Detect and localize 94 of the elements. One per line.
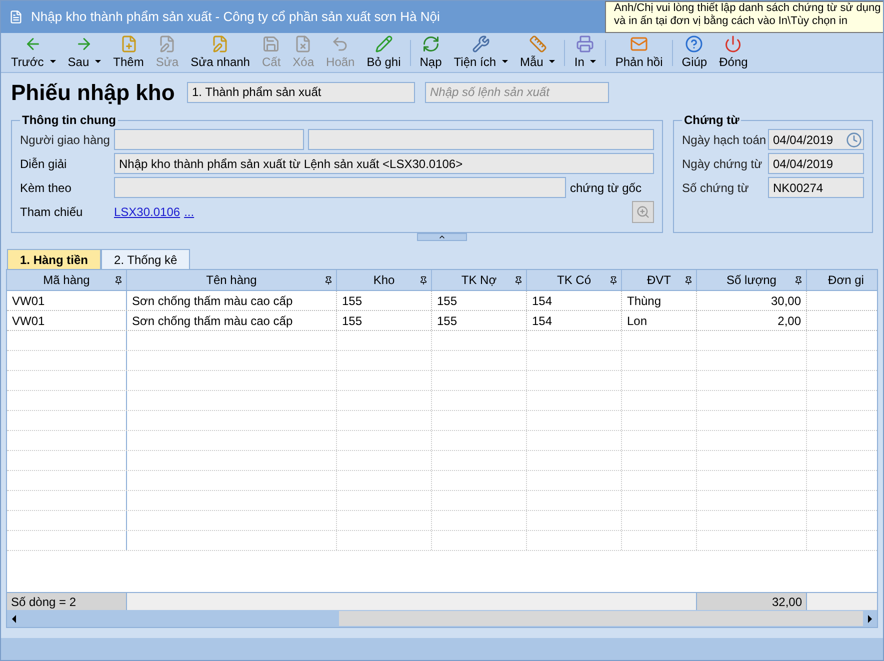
toolbar-icon <box>528 34 547 52</box>
table-cell: Sơn chống thấm màu cao cấp <box>127 291 337 310</box>
table-cell: 154 <box>527 291 622 310</box>
table-cell: 155 <box>432 311 527 330</box>
toolbar-icon <box>120 34 138 52</box>
row-count-cell: Số dòng = 2 <box>7 593 127 610</box>
pin-icon <box>114 276 123 284</box>
table-cell: 154 <box>527 311 622 330</box>
pin-icon <box>794 276 803 284</box>
pin-icon <box>324 276 333 284</box>
table-cell: 2,00 <box>697 311 807 330</box>
toolbar-button[interactable]: Mẫu <box>514 34 562 72</box>
column-header[interactable]: TK Nợ <box>432 270 527 290</box>
pin-icon <box>419 276 428 284</box>
toolbar-icon <box>685 34 704 52</box>
field-label: Tham chiếu <box>20 204 84 221</box>
toolbar-button[interactable]: Sửa nhanh <box>184 34 256 72</box>
chevron-up-icon <box>438 233 446 241</box>
clock-icon <box>846 132 862 148</box>
toolbar-button[interactable]: Đóng <box>713 34 754 72</box>
toolbar-button[interactable]: Tiện ích <box>448 34 514 72</box>
toolbar-button[interactable]: In <box>568 34 602 72</box>
column-header[interactable]: ĐVT <box>622 270 697 290</box>
field-suffix: chứng từ gốc <box>570 180 642 196</box>
toolbar-icon <box>422 34 440 52</box>
description-field[interactable]: Nhập kho thành phẩm sản xuất từ Lệnh sản xuất <LSX30.0106> <box>114 153 654 174</box>
field-label: Ngày chứng từ <box>682 156 764 172</box>
voucher-field[interactable]: 04/04/2019 <box>768 153 864 174</box>
zoom-button[interactable] <box>632 201 654 223</box>
toolbar-button[interactable]: Trước <box>5 34 62 72</box>
toolbar-icon <box>374 34 393 52</box>
group-title: Thông tin chung <box>21 112 117 129</box>
field-label: Người giao hàng <box>20 132 110 148</box>
pin-icon <box>514 276 523 284</box>
type-field[interactable]: 1. Thành phẩm sản xuất <box>187 82 415 102</box>
toolbar-icon <box>331 34 350 52</box>
total-cell: 32,00 <box>697 593 807 610</box>
column-header[interactable]: TK Có <box>527 270 622 290</box>
tooltip-text: và in ấn tại đơn vị bằng cách vào In\Tùy chọn in <box>614 15 848 28</box>
more-link[interactable]: ... <box>184 203 194 221</box>
toolbar-icon <box>294 34 312 52</box>
toolbar-button[interactable]: Bỏ ghi <box>360 34 407 72</box>
toolbar-button[interactable]: Phản hồi <box>609 34 669 72</box>
attachment-field[interactable] <box>114 177 566 198</box>
tab[interactable]: 1. Hàng tiền <box>7 249 102 269</box>
group-title: Chứng từ <box>683 112 740 129</box>
pin-icon <box>609 276 618 284</box>
table-cell: VW01 <box>7 311 127 330</box>
deliverer-name-field[interactable] <box>308 129 654 150</box>
toolbar-button[interactable]: Nạp <box>414 34 448 72</box>
column-header[interactable]: Tên hàng <box>127 270 337 290</box>
toolbar-icon <box>262 34 280 52</box>
toolbar-button[interactable]: Giúp <box>676 34 714 72</box>
tooltip-text: Anh/Chị vui lòng thiết lập danh sách chứng từ sử dụng <box>614 2 880 14</box>
order-field[interactable]: Nhập số lệnh sản xuất <box>425 82 609 102</box>
field-label: Ngày hạch toán <box>682 132 768 148</box>
table-cell: VW01 <box>7 291 127 310</box>
field-label: Kèm theo <box>20 180 72 196</box>
field-label: Số chứng từ <box>682 180 750 196</box>
window-title: Nhập kho thành phẩm sản xuất - Công ty cổ phần sản xuất sơn Hà Nội <box>31 8 440 26</box>
column-header[interactable]: Kho <box>337 270 432 290</box>
column-header[interactable]: Đơn gi <box>807 270 877 290</box>
document-icon <box>9 10 23 24</box>
scroll-right-icon <box>868 614 872 622</box>
pin-icon <box>684 276 693 284</box>
scroll-left-icon <box>12 614 16 622</box>
table-cell: Lon <box>622 311 697 330</box>
toolbar-icon <box>576 34 594 52</box>
magnifier-icon <box>636 205 650 219</box>
toolbar-icon <box>211 34 230 52</box>
scroll-thumb[interactable] <box>339 611 863 626</box>
table-cell: 155 <box>432 291 527 310</box>
reference-link[interactable]: LSX30.0106 <box>114 203 180 221</box>
table-cell: 155 <box>337 311 432 330</box>
field-label: Diễn giải <box>20 156 68 172</box>
toolbar-icon <box>630 34 648 52</box>
toolbar-button[interactable]: Thêm <box>107 34 150 72</box>
table-cell: Thùng <box>622 291 697 310</box>
toolbar-icon <box>158 34 176 52</box>
form-title: Phiếu nhập kho <box>11 78 176 107</box>
column-header[interactable]: Số lượng <box>697 270 807 290</box>
voucher-field[interactable]: NK00274 <box>768 177 864 198</box>
toolbar-icon <box>724 34 742 52</box>
column-header[interactable]: Mã hàng <box>7 270 127 290</box>
table-cell: Sơn chống thấm màu cao cấp <box>127 311 337 330</box>
collapse-button[interactable] <box>417 233 467 241</box>
toolbar-button[interactable]: Sau <box>62 34 108 72</box>
table-cell: 30,00 <box>697 291 807 310</box>
voucher-field[interactable]: 04/04/2019 <box>768 129 864 150</box>
horizontal-scrollbar[interactable] <box>7 610 877 627</box>
toolbar-icon <box>472 34 490 52</box>
table-cell: 155 <box>337 291 432 310</box>
deliverer-code-field[interactable] <box>114 129 304 150</box>
tab[interactable]: 2. Thống kê <box>101 249 190 269</box>
